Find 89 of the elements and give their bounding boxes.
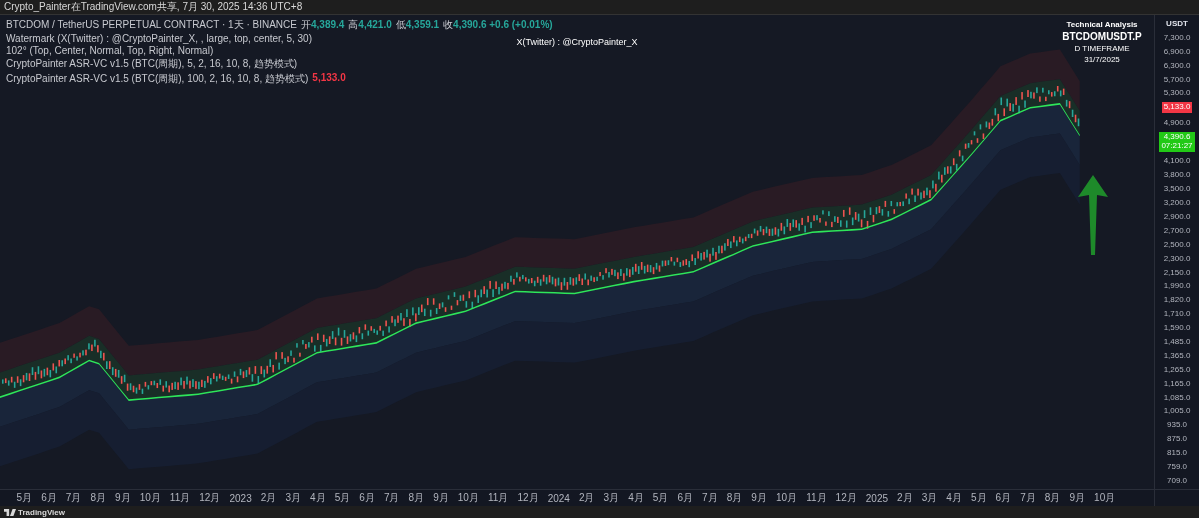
time-tick: 7月 <box>65 491 82 505</box>
time-tick: 11月 <box>488 491 509 505</box>
price-tick: 875.0 <box>1167 434 1187 444</box>
time-tick: 9月 <box>433 491 449 505</box>
price-tick: 5,700.0 <box>1163 74 1191 84</box>
price-tick: 7,300.0 <box>1163 32 1191 42</box>
timeframe-label: D TIMEFRAME <box>1074 44 1130 53</box>
price-tick: 1,165.0 <box>1163 378 1191 388</box>
time-tick: 4月 <box>310 491 326 505</box>
price-tick: 3,800.0 <box>1163 170 1191 180</box>
price-tick: 1,590.0 <box>1163 323 1191 333</box>
time-tick: 12月 <box>517 491 539 505</box>
time-tick: 10月 <box>775 491 798 505</box>
time-tick: 6月 <box>677 491 693 505</box>
symbol-name: BTCDOMUSDT.P <box>1062 31 1142 42</box>
time-tick: 9月 <box>1069 491 1085 505</box>
time-tick: 2023 <box>229 492 252 504</box>
time-tick: 5月 <box>970 491 987 505</box>
time-tick: 8月 <box>726 491 743 505</box>
time-tick: 12月 <box>835 491 857 505</box>
price-tick: 1,710.0 <box>1163 309 1191 319</box>
time-tick: 2月 <box>897 491 913 505</box>
time-tick: 10月 <box>1094 491 1116 505</box>
price-tick: 935.0 <box>1167 420 1187 430</box>
indicator-legend: CryptoPainter ASR-VC v1.5 (BTC(周期), 5, 2, 16, 10, 8, 趋势模式) <box>6 57 298 71</box>
time-tick: 2月 <box>578 491 595 505</box>
time-tick: 8月 <box>408 491 425 505</box>
time-tick: 9月 <box>751 491 767 505</box>
price-tick: 1,265.0 <box>1163 364 1191 374</box>
time-tick: 8月 <box>1044 491 1061 505</box>
time-tick: 11月 <box>169 491 191 505</box>
indicator-value: 5,133.0 <box>312 72 346 85</box>
time-tick: 2月 <box>260 491 277 505</box>
price-tick: 6,900.0 <box>1163 46 1191 56</box>
watermark: X(Twitter) : @CryptoPainter_X <box>516 37 638 47</box>
price-tick: 2,700.0 <box>1163 225 1191 235</box>
time-tick: 6月 <box>995 491 1012 505</box>
time-tick: 5月 <box>652 491 669 505</box>
time-tick: 3月 <box>285 491 301 505</box>
time-tick: 7月 <box>383 491 400 505</box>
price-tick: 2,900.0 <box>1163 211 1191 221</box>
time-tick: 7月 <box>1020 491 1036 505</box>
up-arrow-icon <box>1078 175 1108 255</box>
time-tick: 5月 <box>16 491 33 505</box>
price-tick: 1,005.0 <box>1163 406 1191 416</box>
indicator-legend: CryptoPainter ASR-VC v1.5 (BTC(周期), 100, 2, 16, 10, 8, 趋势模式) <box>6 72 309 86</box>
time-tick: 10月 <box>139 491 161 505</box>
price-tick: 1,365.0 <box>1163 350 1191 360</box>
price-marker: 5,133.0 <box>1161 102 1193 114</box>
time-tick: 3月 <box>603 491 620 505</box>
price-marker: 4,390.6 07:21:27 <box>1159 131 1195 152</box>
price-tick: 4,100.0 <box>1163 156 1191 166</box>
price-tick: 2,300.0 <box>1163 253 1191 263</box>
time-tick: 3月 <box>921 491 938 505</box>
price-tick: 3,200.0 <box>1163 198 1191 208</box>
symbol-legend: BTCDOM / TetherUS PERPETUAL CONTRACT · 1天 · BINANCE 开4,389.4 高4,421.0 低4,359.1 收4,390.6 +0.6 (+0.01%) <box>6 18 553 32</box>
time-tick: 5月 <box>334 491 351 505</box>
price-tick: 1,990.0 <box>1163 281 1191 291</box>
currency-label: USDT <box>1166 19 1188 28</box>
price-tick: 1,085.0 <box>1163 392 1191 402</box>
price-tick: 815.0 <box>1167 448 1187 458</box>
logo-icon <box>4 508 16 516</box>
time-tick: 9月 <box>115 491 131 505</box>
price-tick: 2,150.0 <box>1163 267 1191 277</box>
indicator-legend: 102° (Top, Center, Normal, Top, Right, Normal) <box>6 45 214 56</box>
price-tick: 2,500.0 <box>1163 239 1191 249</box>
brand-name: TradingView <box>18 507 65 517</box>
price-tick: 759.0 <box>1167 462 1187 471</box>
price-tick: 3,500.0 <box>1163 184 1191 194</box>
price-tick: 1,485.0 <box>1163 337 1191 346</box>
time-tick: 7月 <box>702 491 718 505</box>
date-label: 31/7/2025 <box>1084 55 1120 64</box>
price-tick: 6,300.0 <box>1163 60 1191 70</box>
time-tick: 4月 <box>946 491 962 505</box>
price-tick: 5,300.0 <box>1163 88 1191 98</box>
time-tick: 8月 <box>90 491 106 505</box>
time-tick: 2025 <box>865 492 888 504</box>
time-tick: 6月 <box>359 491 375 505</box>
analysis-heading: Technical Analysis <box>1066 20 1138 29</box>
time-tick: 11月 <box>806 491 827 505</box>
price-tick: 4,900.0 <box>1163 118 1191 128</box>
price-tick: 709.0 <box>1167 475 1187 485</box>
indicator-legend: Watermark (X(Twitter) : @CryptoPainter_X, , large, top, center, 5, 30) <box>6 33 312 44</box>
time-tick: 10月 <box>457 491 479 505</box>
time-tick: 6月 <box>41 491 57 505</box>
time-tick: 4月 <box>628 491 644 505</box>
time-tick: 2024 <box>547 492 570 504</box>
time-tick: 12月 <box>199 491 221 505</box>
price-tick: 1,820.0 <box>1163 295 1191 305</box>
